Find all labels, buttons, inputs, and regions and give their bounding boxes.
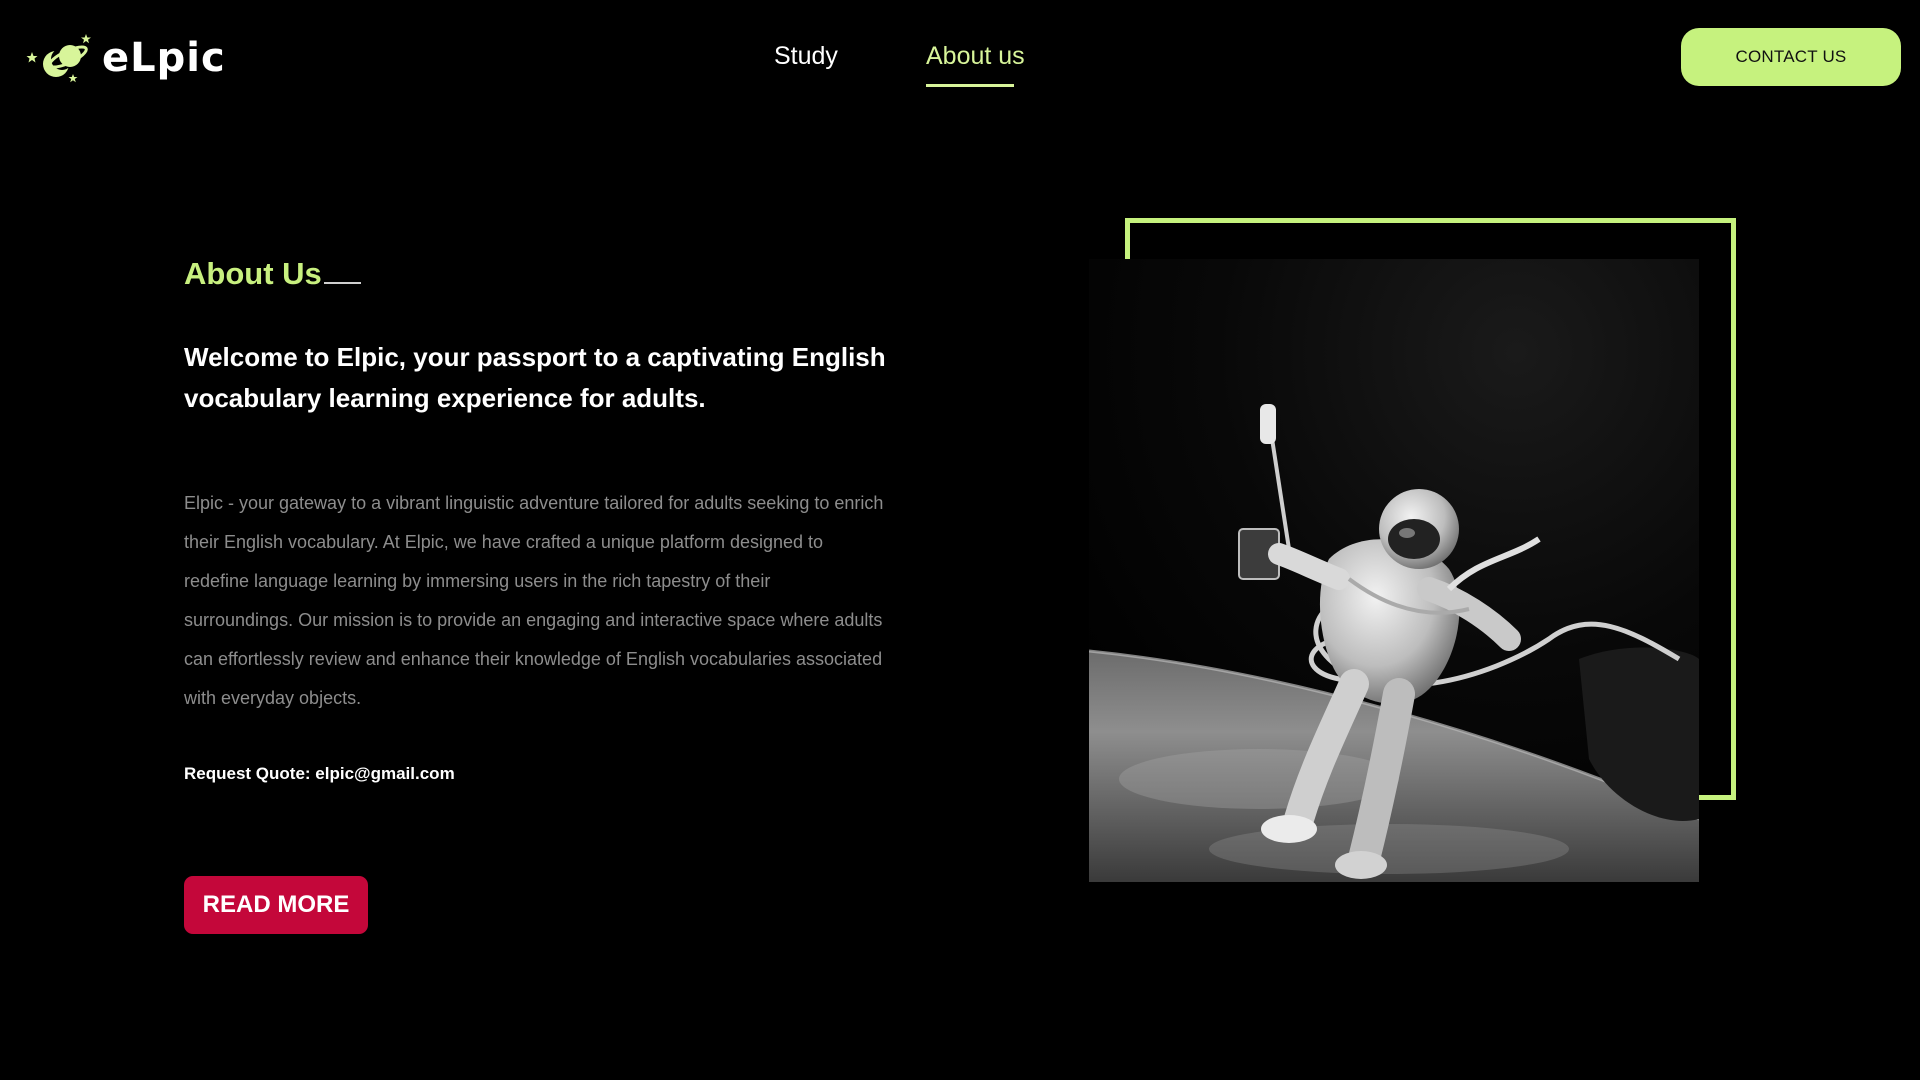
astronaut-photo	[1089, 259, 1699, 882]
request-quote-text: Request Quote: elpic@gmail.com	[184, 764, 455, 783]
active-nav-underline	[926, 84, 1014, 87]
nav-item-study[interactable]: Study	[774, 42, 838, 71]
headline: Welcome to Elpic, your passport to a cap…	[184, 342, 886, 413]
main-nav: Study About us	[0, 38, 1920, 90]
title-divider	[324, 282, 361, 284]
nav-item-about-us[interactable]: About us	[926, 42, 1025, 71]
section-title: About Us	[184, 256, 322, 291]
about-description: Elpic - your gateway to a vibrant lingui…	[184, 493, 884, 708]
contact-us-button[interactable]: CONTACT US	[1681, 28, 1901, 86]
read-more-button[interactable]: READ MORE	[184, 876, 368, 934]
